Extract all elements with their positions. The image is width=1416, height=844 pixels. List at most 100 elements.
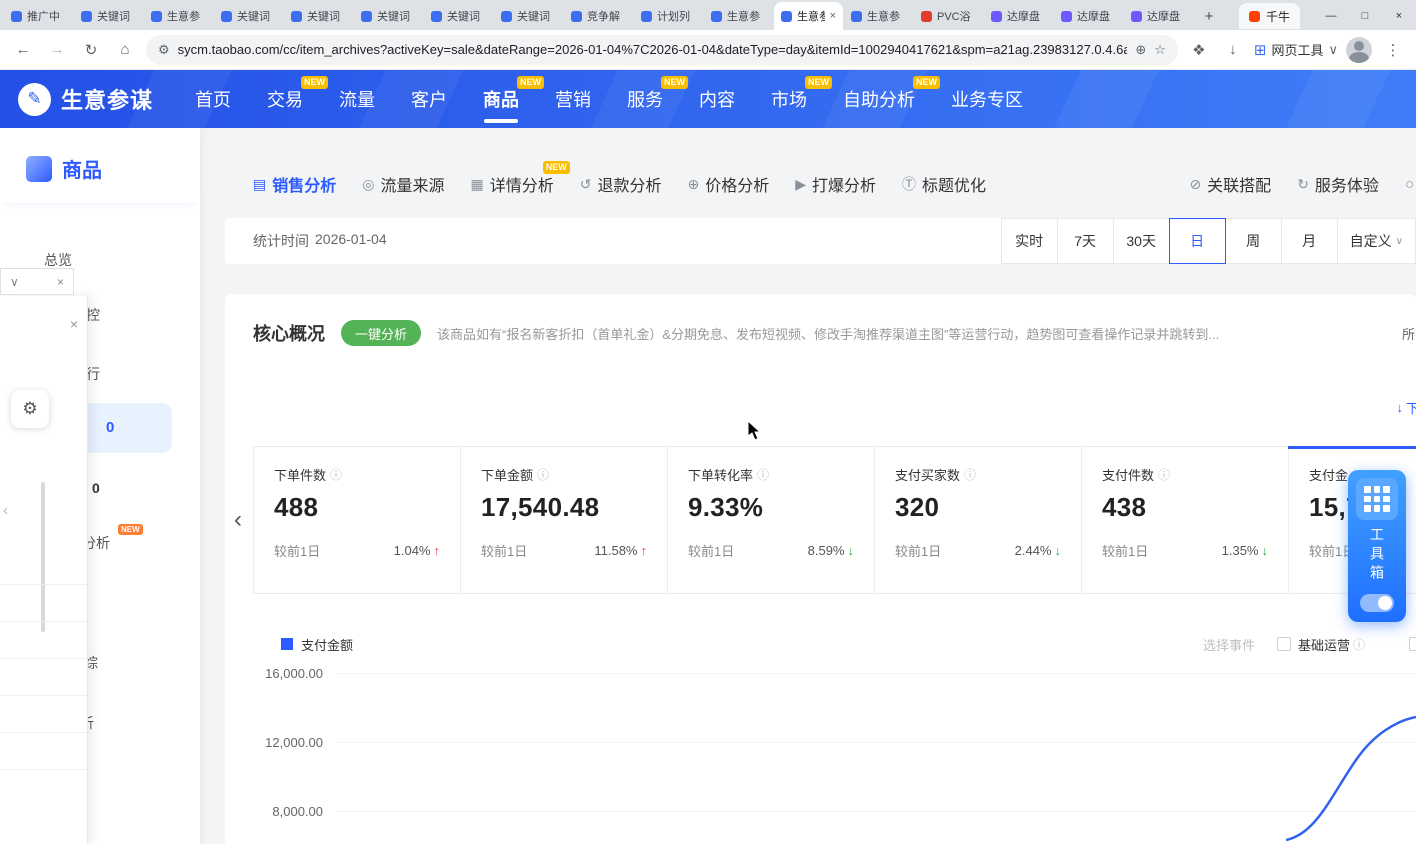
minimize-button[interactable]: — [1314, 2, 1348, 30]
analysis-tool-link[interactable]: ⊘ 关联搭配 [1189, 172, 1271, 196]
browser-tab[interactable]: 关键词 [74, 2, 143, 30]
info-icon[interactable]: ⓘ [537, 466, 549, 483]
cards-scroll-left-icon[interactable]: ‹ [234, 506, 242, 534]
close-icon[interactable]: × [70, 316, 78, 332]
browser-tab[interactable]: 达摩盘 [984, 2, 1053, 30]
more-link[interactable]: 所有 [1402, 324, 1416, 343]
nav-item[interactable]: 交易 NEW [267, 86, 303, 112]
gridline [337, 811, 1416, 812]
metric-card[interactable]: 支付件数 ⓘ 438 较前1日 1.35% ↓ [1082, 447, 1289, 593]
metric-card[interactable]: 下单转化率 ⓘ 9.33% 较前1日 8.59% ↓ [668, 447, 875, 593]
analysis-tab[interactable]: ▶ 打爆分析 [795, 172, 876, 196]
info-icon[interactable]: ⓘ [1158, 466, 1170, 483]
nav-item[interactable]: 客户 [411, 86, 447, 112]
browser-tab[interactable]: 竞争解 [564, 2, 633, 30]
browser-tab[interactable]: 达摩盘 [1054, 2, 1123, 30]
one-click-analyze-button[interactable]: 一键分析 [341, 320, 421, 346]
browser-tab[interactable]: PVC浴 [914, 2, 983, 30]
browser-tab[interactable]: 生意参 [144, 2, 213, 30]
nav-item[interactable]: 内容 [699, 86, 735, 112]
profile-avatar[interactable] [1346, 37, 1372, 63]
toolbox-toggle[interactable] [1360, 594, 1394, 612]
delta-arrow-icon: ↑ [434, 543, 441, 558]
back-icon[interactable]: ← [10, 37, 36, 63]
event-checkbox-2[interactable] [1409, 637, 1416, 651]
nav-item[interactable]: 首页 [195, 86, 231, 112]
toolbox-widget[interactable]: 工具箱 [1348, 470, 1406, 622]
zoom-icon[interactable]: ⊕ [1135, 42, 1146, 58]
chevron-left-icon[interactable]: ‹ [3, 502, 8, 519]
forward-icon[interactable]: → [44, 37, 70, 63]
nav-item[interactable]: 商品 NEW [483, 86, 519, 112]
cut-off-icon[interactable]: ○ [1405, 176, 1414, 193]
chart-legend: 支付金额 [281, 635, 353, 654]
metric-card[interactable]: 下单件数 ⓘ 488 较前1日 1.04% ↑ [254, 447, 461, 593]
browser-tab[interactable]: 关键词 [354, 2, 423, 30]
analysis-tab[interactable]: ▤ 销售分析 [253, 172, 336, 196]
sidebar-item-fragment[interactable]: 控 [86, 305, 100, 325]
browser-tab[interactable]: 关键词 [424, 2, 493, 30]
browser-tab[interactable]: 关键词 [284, 2, 353, 30]
nav-item[interactable]: 服务 NEW [627, 86, 663, 112]
nav-item[interactable]: 业务专区 [951, 86, 1023, 112]
browser-tab[interactable]: 生意参 × [774, 2, 843, 30]
sidebar-item-fragment[interactable]: 行 [86, 364, 100, 384]
browser-tab[interactable]: 计划列 [634, 2, 703, 30]
analysis-tab[interactable]: ↺ 退款分析 [580, 172, 662, 196]
nav-item[interactable]: 自助分析 NEW [843, 86, 915, 112]
download-link[interactable]: ↓ 下载 [1396, 398, 1416, 416]
date-range-button[interactable]: 月 [1281, 218, 1338, 264]
gear-icon[interactable]: ⚙ [11, 390, 49, 428]
new-tab-button[interactable]: + [1197, 4, 1221, 28]
url-text[interactable]: sycm.taobao.com/cc/item_archives?activeK… [178, 42, 1128, 57]
date-range-button[interactable]: 7天 [1057, 218, 1114, 264]
home-icon[interactable]: ⌂ [112, 37, 138, 63]
pinned-tab-qianniu[interactable]: 千牛 [1239, 3, 1300, 29]
collapse-icon[interactable]: ∨ [10, 275, 19, 289]
browser-tab[interactable]: 关键词 [214, 2, 283, 30]
browser-tab[interactable]: 达摩盘 [1124, 2, 1193, 30]
maximize-button[interactable]: □ [1348, 2, 1382, 30]
downloads-icon[interactable]: ↓ [1220, 37, 1246, 63]
new-badge: NEW [517, 76, 544, 89]
date-range-button[interactable]: 日 [1169, 218, 1226, 264]
browser-menu-icon[interactable]: ⋮ [1380, 37, 1406, 63]
date-range-button[interactable]: 30天 [1113, 218, 1170, 264]
info-icon[interactable]: ⓘ [1353, 636, 1365, 653]
analysis-tab[interactable]: ▦ 详情分析 NEW [470, 172, 553, 196]
browser-tab[interactable]: 推广中 [4, 2, 73, 30]
browser-tab[interactable]: 生意参 [844, 2, 913, 30]
extensions-icon[interactable]: ❖ [1186, 37, 1212, 63]
browser-tab[interactable]: 生意参 [704, 2, 773, 30]
info-icon[interactable]: ⓘ [330, 466, 342, 483]
sidebar-title: 商品 [62, 154, 102, 183]
analysis-tool-link[interactable]: ↻ 服务体验 [1297, 172, 1379, 196]
close-button[interactable]: × [1382, 2, 1416, 30]
browser-tab[interactable]: 关键词 [494, 2, 563, 30]
nav-item[interactable]: 营销 [555, 86, 591, 112]
date-range-button[interactable]: 自定义 ∨ [1337, 218, 1416, 264]
brand[interactable]: ✎ 生意参谋 [18, 83, 153, 116]
info-icon[interactable]: ⓘ [757, 466, 769, 483]
date-range-button[interactable]: 周 [1225, 218, 1282, 264]
analysis-tab[interactable]: Ⓣ 标题优化 [902, 172, 986, 196]
tab-label: 生意参 [797, 8, 825, 24]
webtools-extension[interactable]: ⊞ 网页工具 ∨ [1254, 40, 1338, 59]
reload-icon[interactable]: ↻ [78, 37, 104, 63]
tab-close-icon[interactable]: × [830, 10, 836, 22]
date-range-button[interactable]: 实时 [1001, 218, 1058, 264]
analysis-tab[interactable]: ◎ 流量来源 [362, 172, 444, 196]
bookmark-star-icon[interactable]: ☆ [1154, 42, 1166, 58]
site-settings-icon[interactable]: ⚙ [158, 42, 170, 58]
nav-item[interactable]: 流量 [339, 86, 375, 112]
info-icon[interactable]: ⓘ [964, 466, 976, 483]
metric-card[interactable]: 支付买家数 ⓘ 320 较前1日 2.44% ↓ [875, 447, 1082, 593]
metric-card[interactable]: 下单金额 ⓘ 17,540.48 较前1日 11.58% ↑ [461, 447, 668, 593]
sidebar-item-fragment[interactable]: 0 [92, 480, 100, 496]
url-bar[interactable]: ⚙ sycm.taobao.com/cc/item_archives?activ… [146, 35, 1178, 65]
nav-item[interactable]: 市场 NEW [771, 86, 807, 112]
event-checkbox[interactable] [1277, 637, 1291, 651]
sidebar-item-overview[interactable]: 总览 [44, 250, 72, 270]
close-icon[interactable]: × [57, 275, 64, 289]
analysis-tab[interactable]: ⊕ 价格分析 [687, 172, 769, 196]
